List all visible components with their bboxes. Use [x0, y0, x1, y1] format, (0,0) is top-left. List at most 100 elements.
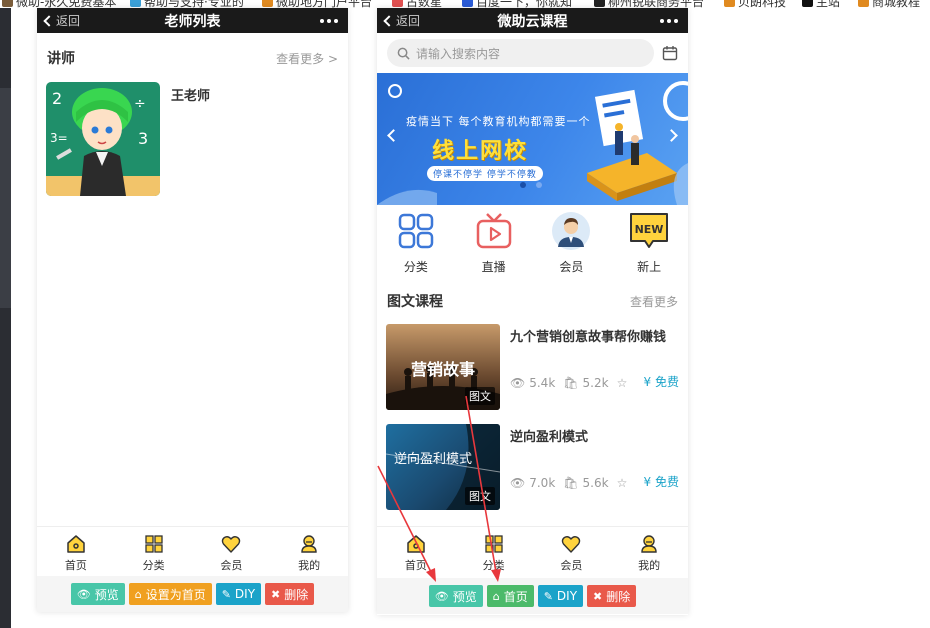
more-menu-icon[interactable]	[320, 8, 338, 33]
tab-category[interactable]: 分类	[115, 527, 193, 576]
search-placeholder: 请输入搜索内容	[416, 46, 501, 61]
view-more-link[interactable]: 查看更多 >	[276, 50, 338, 67]
bookmark-item[interactable]: 主站	[802, 0, 840, 8]
bookmark-item[interactable]: 微助-永久免费基本	[2, 0, 116, 8]
tab-member[interactable]: 会员	[533, 527, 611, 576]
home-icon: ⌂	[492, 589, 500, 603]
star-icon[interactable]: ☆	[617, 476, 628, 490]
user-icon	[641, 535, 657, 553]
bottom-tab-bar: 首页 分类 会员 我的	[37, 526, 348, 576]
search-icon	[397, 47, 410, 60]
page-title: 老师列表	[164, 13, 221, 30]
chevron-left-icon	[383, 14, 395, 27]
tab-label: 会员	[560, 559, 583, 572]
course-type-tag: 图文	[465, 487, 495, 505]
tab-mine[interactable]: 我的	[270, 527, 348, 576]
teacher-name: 王老师	[171, 89, 211, 104]
nav-member[interactable]: 会员	[533, 211, 611, 277]
tab-label: 分类	[482, 559, 505, 572]
bookmark-item[interactable]: 古数星	[392, 0, 442, 8]
phone-header: 返回 微助云课程	[377, 8, 688, 33]
banner-subtitle: 疫情当下 每个教育机构都需要一个	[406, 115, 591, 128]
eye-icon: 👁	[510, 376, 526, 390]
home-button[interactable]: ⌂ 首页	[486, 585, 534, 607]
back-label: 返回	[56, 14, 81, 28]
bookmark-item[interactable]: 柳州锐联商务平台	[594, 0, 704, 8]
phone-preview-course-home: 返回 微助云课程 请输入搜索内容 疫情当下 每个教育机构都需要一个 线上网校 停…	[377, 8, 688, 615]
svg-text:2: 2	[52, 89, 62, 108]
course-thumb-title: 营销故事	[411, 360, 475, 379]
bookmark-favicon-icon	[858, 0, 869, 7]
bookmark-favicon-icon	[262, 0, 273, 7]
back-button[interactable]: 返回	[383, 8, 421, 33]
svg-text:3: 3	[138, 129, 148, 148]
bookmark-item[interactable]: 百度一下，你就知	[462, 0, 572, 8]
tab-label: 我的	[298, 559, 321, 572]
nav-category[interactable]: 分类	[377, 211, 455, 277]
bookmark-item[interactable]: 商城教程	[858, 0, 920, 8]
bottom-tab-bar: 首页 分类 会员 我的	[377, 526, 688, 576]
search-input[interactable]: 请输入搜索内容	[387, 39, 654, 67]
preview-button[interactable]: 👁 预览	[428, 585, 483, 607]
tab-mine[interactable]: 我的	[610, 527, 688, 576]
promo-banner[interactable]: 疫情当下 每个教育机构都需要一个 线上网校 停课不停学 停学不停教	[377, 73, 688, 205]
course-info: 九个营销创意故事帮你赚钱 👁 5.4k 🛍 5.2k ☆ ¥ 免费	[510, 324, 679, 410]
more-menu-icon[interactable]	[660, 8, 678, 33]
course-type-tag: 图文	[465, 387, 495, 405]
tab-home[interactable]: 首页	[377, 527, 455, 576]
teacher-item[interactable]: 2 ÷ 3 3= 王老师	[37, 82, 348, 196]
new-badge-icon: NEW	[630, 213, 669, 248]
tab-category[interactable]: 分类	[455, 527, 533, 576]
course-item[interactable]: 逆向盈利模式 图文 逆向盈利模式 👁 7.0k 🛍 5.6k ☆ ¥ 免费	[377, 424, 688, 510]
close-icon: ✖	[271, 587, 281, 601]
diy-button[interactable]: ✎ DIY	[537, 585, 584, 607]
teacher-illustration: 2 ÷ 3 3=	[46, 82, 160, 196]
heart-icon	[222, 536, 241, 553]
bag-icon: 🛍	[563, 476, 579, 490]
sidebar-strip-highlight	[0, 88, 11, 308]
svg-text:3=: 3=	[50, 131, 68, 145]
course-item[interactable]: 营销故事 图文 九个营销创意故事帮你赚钱 👁 5.4k 🛍 5.2k ☆ ¥ 免费	[377, 324, 688, 410]
nav-new[interactable]: NEW 新上	[610, 211, 688, 277]
bag-icon: 🛍	[563, 376, 579, 390]
chevron-left-icon	[43, 14, 55, 27]
section-title: 讲师	[47, 51, 75, 67]
home-icon	[67, 535, 85, 553]
sidebar-strip	[0, 8, 11, 628]
calendar-icon[interactable]	[662, 45, 678, 61]
user-icon	[301, 535, 317, 553]
bookmark-item[interactable]: 帮助与支持·专业的	[130, 0, 244, 8]
page-title: 微助云课程	[497, 13, 568, 30]
course-price: ¥ 免费	[643, 375, 679, 389]
search-row: 请输入搜索内容	[377, 33, 688, 73]
preview-button[interactable]: 👁 预览	[70, 583, 125, 605]
home-icon	[407, 535, 425, 553]
banner-tagline: 停课不停学 停学不停教	[427, 166, 543, 181]
bookmark-item[interactable]: 贝朗科技	[724, 0, 786, 8]
grid-icon	[144, 535, 163, 553]
view-more-link[interactable]: 查看更多	[630, 293, 678, 310]
heart-icon	[562, 536, 581, 553]
banner-headline: 线上网校	[432, 139, 529, 164]
section-header: 讲师 查看更多 >	[37, 48, 348, 68]
set-as-home-button[interactable]: ⌂ 设置为首页	[128, 583, 212, 605]
bookmark-favicon-icon	[130, 0, 141, 7]
tab-home[interactable]: 首页	[37, 527, 115, 576]
grid-icon	[484, 535, 503, 553]
diy-button[interactable]: ✎ DIY	[215, 583, 262, 605]
phone-header: 返回 老师列表	[37, 8, 348, 33]
nav-live[interactable]: 直播	[455, 211, 533, 277]
tab-member[interactable]: 会员	[193, 527, 271, 576]
star-icon[interactable]: ☆	[617, 376, 628, 390]
tab-label: 首页	[64, 559, 87, 572]
delete-button[interactable]: ✖ 删除	[587, 585, 637, 607]
delete-button[interactable]: ✖ 删除	[265, 583, 315, 605]
course-title: 逆向盈利模式	[510, 430, 589, 445]
course-info: 逆向盈利模式 👁 7.0k 🛍 5.6k ☆ ¥ 免费	[510, 424, 679, 510]
close-icon: ✖	[593, 589, 603, 603]
back-button[interactable]: 返回	[43, 8, 81, 33]
back-label: 返回	[396, 14, 421, 28]
teacher-avatar: 2 ÷ 3 3=	[46, 82, 160, 196]
category-grid-icon	[398, 213, 434, 249]
bookmark-item[interactable]: 微助地方门户平台	[262, 0, 372, 8]
